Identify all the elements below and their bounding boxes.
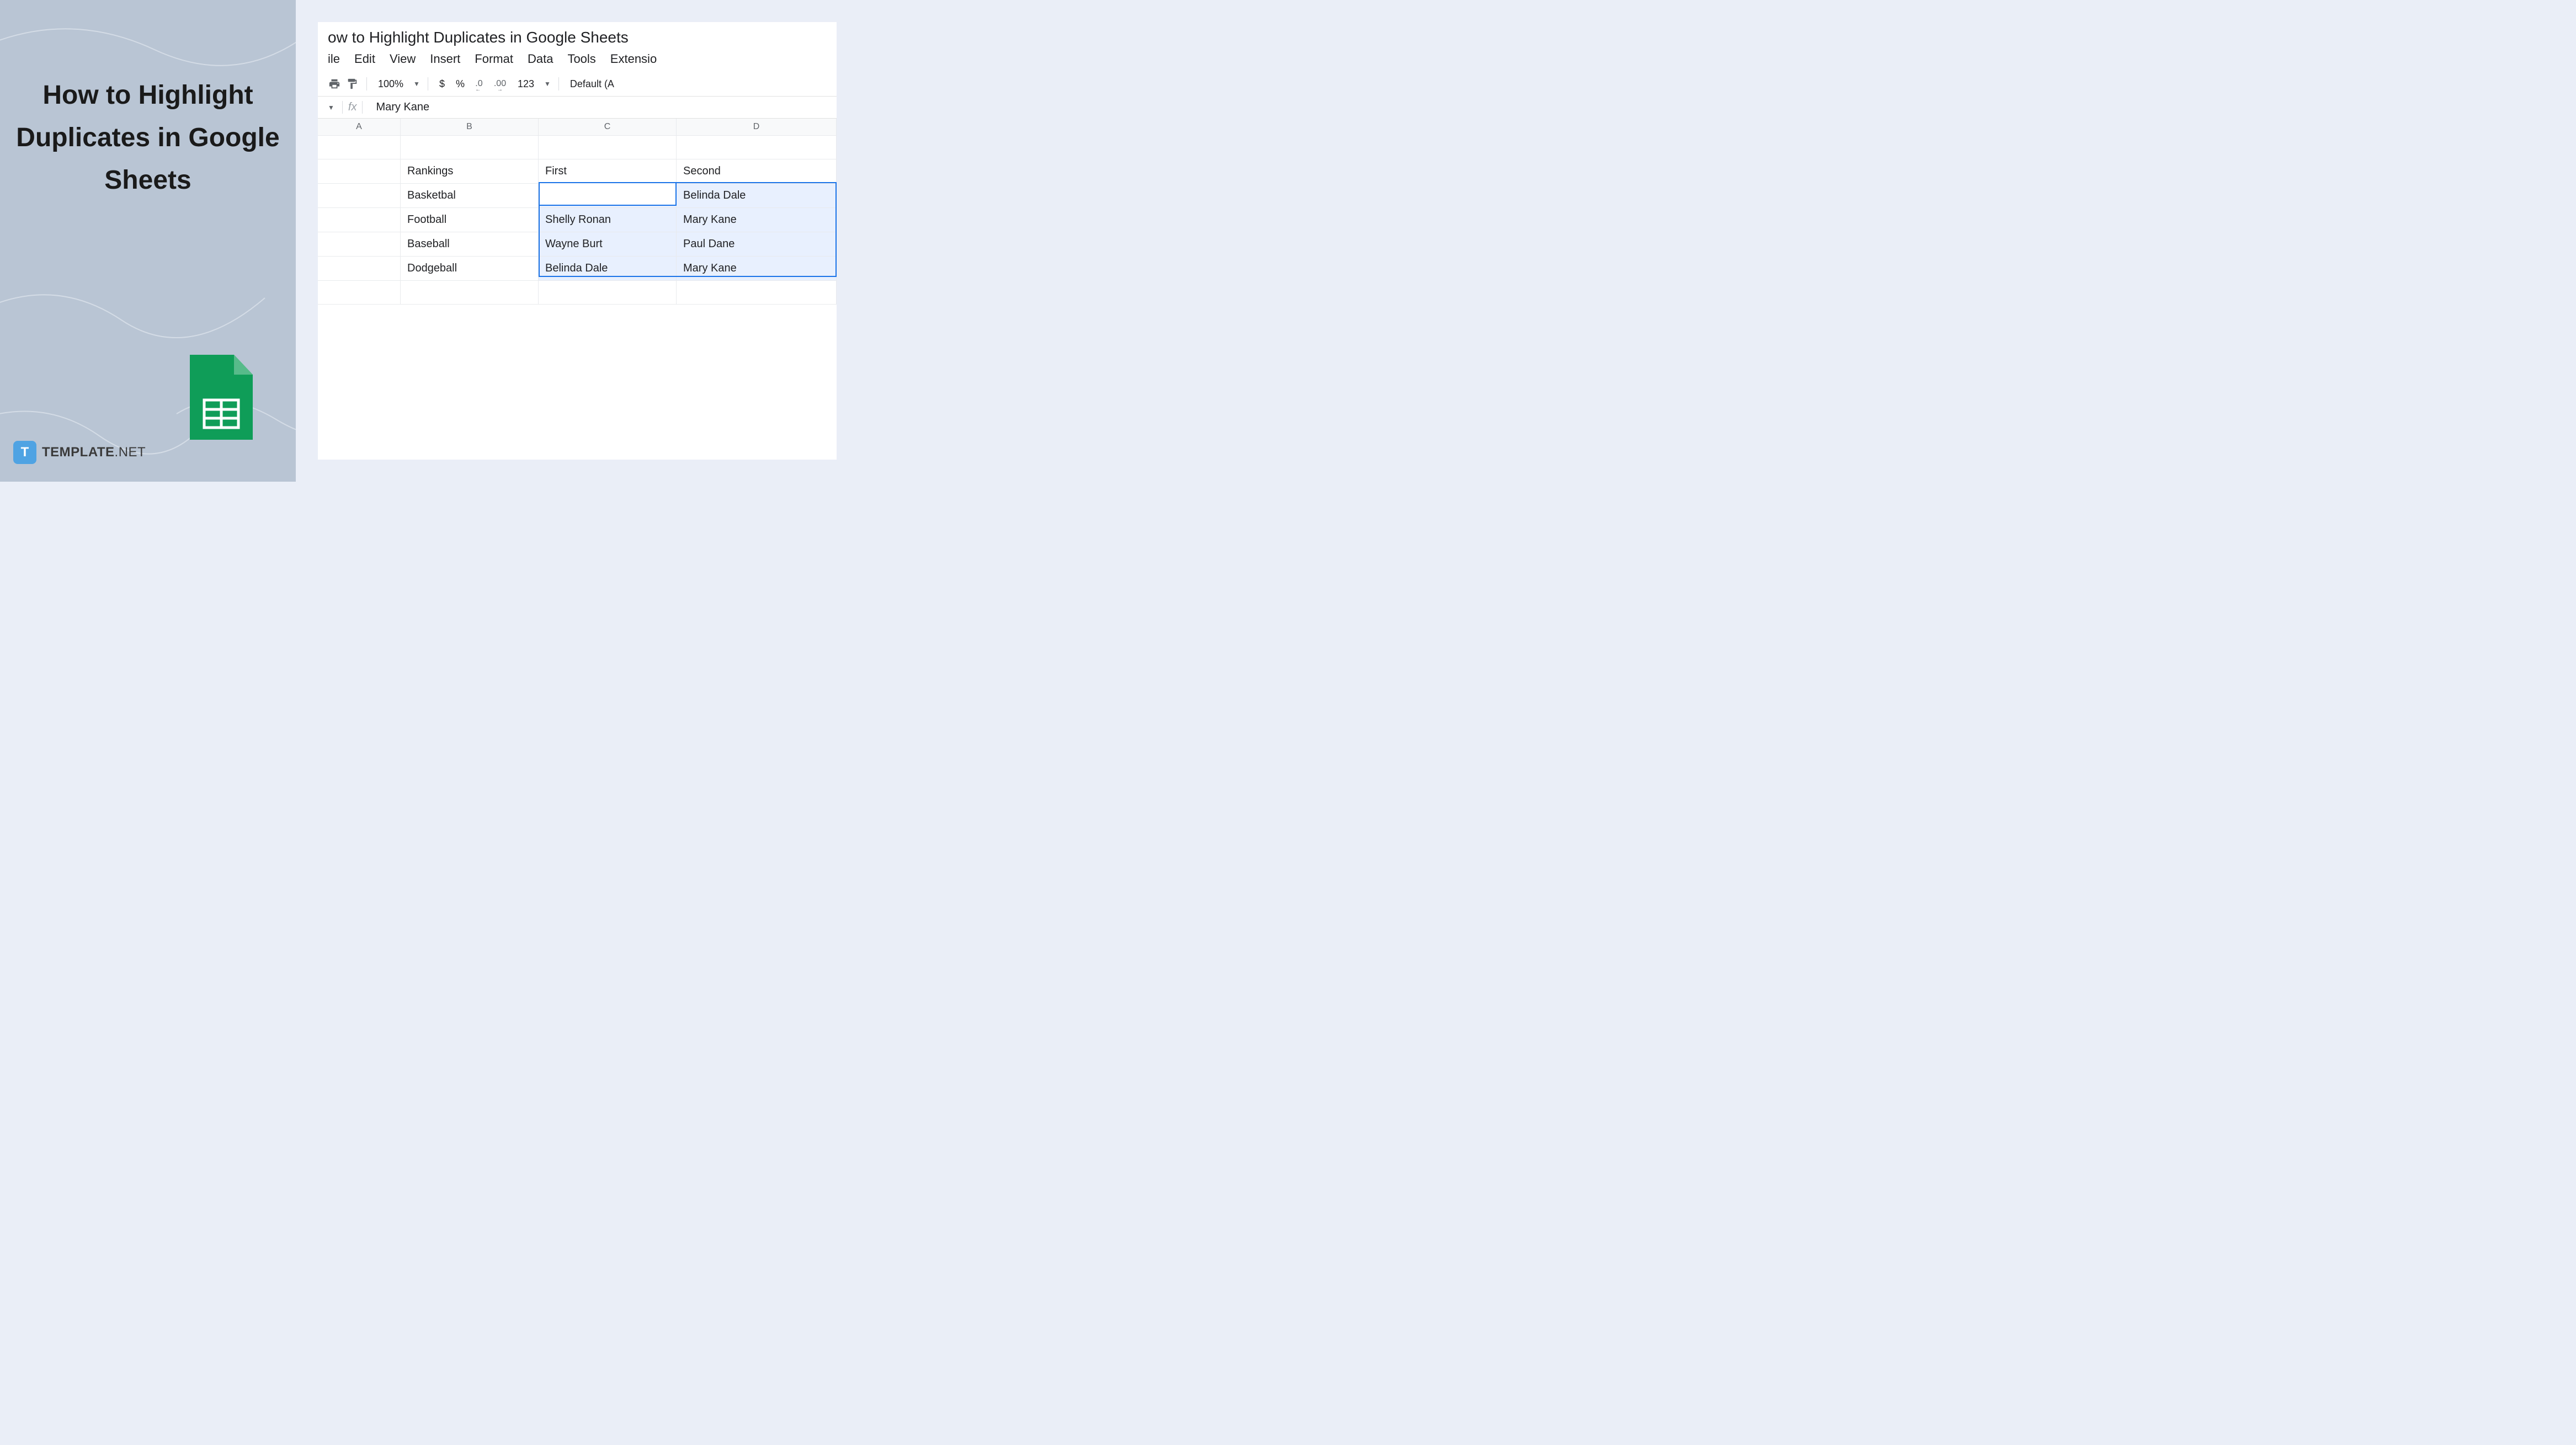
cell[interactable] <box>318 257 401 280</box>
column-header-c[interactable]: C <box>539 119 677 135</box>
cell[interactable] <box>318 184 401 207</box>
name-box-dropdown[interactable]: ▼ <box>328 104 334 111</box>
page-title: How to Highlight Duplicates in Google Sh… <box>15 74 281 201</box>
toolbar: 100% ▼ $ % .0← .00→ 123 ▼ Default (A <box>318 72 837 97</box>
column-headers: A B C D <box>318 119 837 136</box>
cell[interactable]: Belinda Dale <box>539 257 677 280</box>
cell[interactable] <box>401 136 539 159</box>
cell[interactable] <box>318 281 401 304</box>
menu-bar: ile Edit View Insert Format Data Tools E… <box>318 50 837 72</box>
cell[interactable]: Mary Kane <box>677 257 837 280</box>
table-row: Baseball Wayne Burt Paul Dane <box>318 232 837 257</box>
table-row <box>318 136 837 159</box>
column-header-a[interactable]: A <box>318 119 401 135</box>
cell[interactable] <box>677 281 837 304</box>
menu-edit[interactable]: Edit <box>354 52 375 66</box>
menu-file[interactable]: ile <box>328 52 340 66</box>
left-panel: How to Highlight Duplicates in Google Sh… <box>0 0 296 482</box>
cell[interactable]: Second <box>677 159 837 183</box>
cell[interactable] <box>539 136 677 159</box>
menu-insert[interactable]: Insert <box>430 52 460 66</box>
sheets-window: ow to Highlight Duplicates in Google She… <box>318 22 837 460</box>
column-header-b[interactable]: B <box>401 119 539 135</box>
table-row: Rankings First Second <box>318 159 837 184</box>
increase-decimal-icon[interactable]: .00→ <box>490 77 510 90</box>
cell[interactable]: Belinda Dale <box>677 184 837 207</box>
brand-logo: T TEMPLATE.NET <box>13 441 146 464</box>
font-selector[interactable]: Default (A <box>567 78 618 90</box>
brand-text: TEMPLATE.NET <box>42 445 146 460</box>
cell[interactable] <box>539 281 677 304</box>
table-row: Football Shelly Ronan Mary Kane <box>318 208 837 232</box>
cell[interactable]: Wayne Burt <box>539 232 677 256</box>
cell[interactable]: Paul Dane <box>677 232 837 256</box>
cell[interactable]: Dodgeball <box>401 257 539 280</box>
table-row: Basketbal Mary Kane Belinda Dale <box>318 184 837 208</box>
cell[interactable]: Mary Kane <box>539 184 677 207</box>
cell[interactable]: Football <box>401 208 539 232</box>
chevron-down-icon[interactable]: ▼ <box>544 80 551 88</box>
toolbar-separator <box>366 77 367 90</box>
menu-tools[interactable]: Tools <box>567 52 595 66</box>
formula-bar: ▼ fx Mary Kane <box>318 97 837 119</box>
paint-format-icon[interactable] <box>345 77 359 90</box>
cell[interactable] <box>318 232 401 256</box>
chevron-down-icon[interactable]: ▼ <box>413 80 420 88</box>
table-row <box>318 281 837 305</box>
format-number-button[interactable]: 123 <box>514 78 537 90</box>
cell[interactable]: Mary Kane <box>677 208 837 232</box>
menu-extensions[interactable]: Extensio <box>610 52 657 66</box>
cell[interactable]: Rankings <box>401 159 539 183</box>
cell[interactable]: Baseball <box>401 232 539 256</box>
zoom-level[interactable]: 100% <box>375 78 407 90</box>
fx-label: fx <box>342 101 363 114</box>
print-icon[interactable] <box>328 77 341 90</box>
document-title[interactable]: ow to Highlight Duplicates in Google She… <box>318 22 837 50</box>
google-sheets-icon <box>185 350 257 444</box>
cell[interactable] <box>318 136 401 159</box>
cell[interactable] <box>318 208 401 232</box>
cell[interactable] <box>318 159 401 183</box>
menu-view[interactable]: View <box>390 52 416 66</box>
menu-format[interactable]: Format <box>475 52 513 66</box>
currency-button[interactable]: $ <box>436 78 448 90</box>
right-panel: ow to Highlight Duplicates in Google She… <box>296 0 859 482</box>
cell[interactable]: Basketbal <box>401 184 539 207</box>
column-header-d[interactable]: D <box>677 119 837 135</box>
percent-button[interactable]: % <box>453 78 468 90</box>
decrease-decimal-icon[interactable]: .0← <box>472 77 486 90</box>
cell[interactable] <box>677 136 837 159</box>
spreadsheet-grid[interactable]: A B C D Rankings First Second Basketbal <box>318 119 837 305</box>
cell[interactable]: Shelly Ronan <box>539 208 677 232</box>
menu-data[interactable]: Data <box>528 52 553 66</box>
table-row: Dodgeball Belinda Dale Mary Kane <box>318 257 837 281</box>
toolbar-separator <box>558 77 559 90</box>
cell[interactable]: First <box>539 159 677 183</box>
cell[interactable] <box>401 281 539 304</box>
brand-badge: T <box>13 441 36 464</box>
formula-input[interactable]: Mary Kane <box>370 101 429 114</box>
